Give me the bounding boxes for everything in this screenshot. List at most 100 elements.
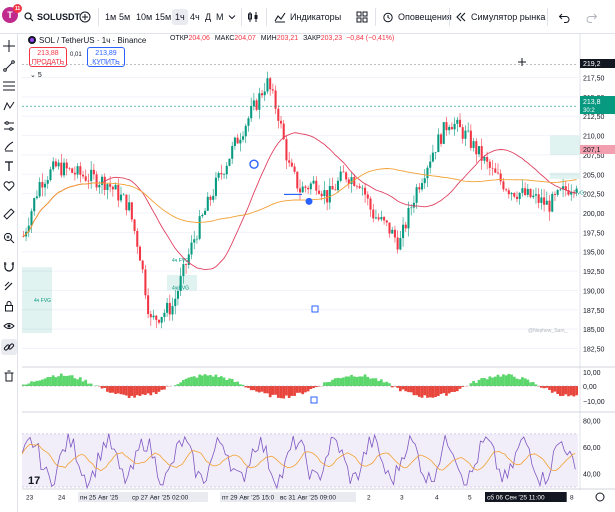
- lock-tool[interactable]: [1, 298, 17, 314]
- candle-body: [269, 78, 272, 90]
- remove-drawings-tool[interactable]: [1, 368, 17, 384]
- osc-bar: [377, 380, 381, 386]
- candle-body: [95, 174, 98, 188]
- candle-body: [556, 190, 559, 195]
- buy-button[interactable]: 213,89 КУПИТЬ: [87, 47, 125, 67]
- pencil-lock-icon: [4, 281, 13, 291]
- chart-type-button[interactable]: [247, 0, 259, 34]
- interval-1h[interactable]: 1ч: [172, 0, 188, 34]
- zoom-tool[interactable]: [1, 230, 17, 246]
- candle-body: [239, 139, 242, 144]
- osc-bar: [238, 384, 242, 386]
- interval-10m[interactable]: 10м: [136, 0, 152, 34]
- osc-bar: [485, 379, 489, 386]
- sell-button[interactable]: 213,88 ПРОДАТЬ: [29, 47, 67, 67]
- symbol-search[interactable]: SOLUSDT: [24, 0, 80, 34]
- stay-drawing-tool[interactable]: [1, 278, 17, 294]
- indicators-toggle[interactable]: ⌄ 5: [30, 71, 42, 79]
- candle-body: [355, 185, 358, 187]
- interval-1m[interactable]: 1м: [105, 0, 116, 34]
- candle-body: [418, 187, 421, 190]
- candle-body: [396, 237, 399, 250]
- link-tool[interactable]: [1, 339, 17, 355]
- compare-add-button[interactable]: [79, 0, 91, 34]
- ohlc-values: ОТКР204,06 МАКС204,07 МИН203,21 ЗАКР203,…: [170, 35, 395, 42]
- candle-body: [477, 146, 481, 155]
- candle-body: [366, 194, 369, 199]
- forecast-tool[interactable]: [1, 118, 17, 134]
- interval-5m[interactable]: 5м: [119, 0, 130, 34]
- pattern-tool[interactable]: [1, 98, 17, 114]
- interval-month[interactable]: М: [216, 0, 224, 34]
- candle-body: [410, 207, 413, 209]
- pane-handle[interactable]: [311, 305, 319, 313]
- alerts-button[interactable]: Оповещения: [382, 0, 452, 34]
- candle-body: [448, 126, 451, 131]
- interval-15m[interactable]: 15м: [155, 0, 171, 34]
- osc-bar: [493, 376, 497, 386]
- hide-drawings-tool[interactable]: [1, 318, 17, 334]
- candle-body: [92, 169, 95, 175]
- interval-4h[interactable]: 4ч: [190, 0, 200, 34]
- candle-body: [228, 158, 231, 166]
- osc-bar: [445, 386, 448, 396]
- candle-body: [30, 211, 33, 226]
- osc-bar: [550, 386, 554, 393]
- interval-dropdown[interactable]: [228, 0, 236, 34]
- candle-body: [223, 174, 226, 175]
- osc-bar: [68, 375, 71, 386]
- replay-button[interactable]: Симулятор рынка: [455, 0, 545, 34]
- osc-bar: [214, 374, 218, 386]
- candle-body: [128, 202, 131, 211]
- fib-tool[interactable]: [1, 78, 17, 94]
- candle-body: [204, 210, 207, 215]
- price-tick-label: 202,50: [583, 192, 605, 199]
- user-avatar[interactable]: T 11: [2, 4, 22, 23]
- price-chart[interactable]: 4ч FVG4ч FVG4ч FVG4ч FVG 217,50215,00212…: [22, 34, 615, 512]
- undo-button[interactable]: [558, 0, 570, 34]
- osc-bar: [160, 386, 164, 390]
- indicators-button[interactable]: Индикаторы: [274, 0, 341, 34]
- candle-body: [147, 295, 150, 315]
- magnet-tool[interactable]: [1, 258, 17, 274]
- price-tick-label: 212,50: [583, 114, 605, 121]
- candle-body: [288, 160, 291, 163]
- osc-bar: [76, 379, 79, 386]
- brush-tool[interactable]: [1, 138, 17, 154]
- crosshair-tool[interactable]: [1, 38, 17, 54]
- measure-tool[interactable]: [1, 206, 17, 222]
- candle-body: [185, 264, 188, 265]
- candle-body: [52, 161, 55, 170]
- osc-bar: [263, 386, 267, 394]
- text-tool[interactable]: [1, 158, 17, 174]
- redo-button[interactable]: [586, 0, 598, 34]
- pattern-icon: [3, 101, 15, 111]
- osc-tick-label: −10,00: [583, 399, 605, 406]
- candle-body: [109, 184, 112, 187]
- candle-body: [320, 193, 323, 197]
- candle-body: [244, 125, 247, 137]
- brush-icon: [4, 141, 14, 152]
- candle-body: [217, 172, 220, 178]
- candle-body: [534, 194, 537, 196]
- candle-body: [141, 260, 144, 270]
- osc-bar: [54, 377, 58, 386]
- osc-bar: [499, 376, 503, 386]
- candle-body: [326, 190, 329, 203]
- trendline-tool[interactable]: [1, 58, 17, 74]
- candle-body: [369, 198, 372, 210]
- candle-body: [166, 302, 169, 313]
- osc-bar: [361, 376, 364, 386]
- interval-day[interactable]: Д: [205, 0, 211, 34]
- icons-tool[interactable]: [1, 178, 17, 194]
- ma-slow-line: [23, 168, 577, 237]
- candle-body: [296, 171, 299, 189]
- candle-body: [434, 152, 437, 153]
- pane-handle[interactable]: [310, 396, 318, 404]
- rsi-tick-label: 60,00: [583, 445, 601, 452]
- chart-area[interactable]: 4ч FVG4ч FVG4ч FVG4ч FVG 217,50215,00212…: [22, 34, 615, 512]
- candle-body: [467, 130, 470, 132]
- ma-fast-line: [23, 132, 577, 271]
- osc-bar: [502, 374, 505, 386]
- layouts-button[interactable]: [356, 0, 368, 34]
